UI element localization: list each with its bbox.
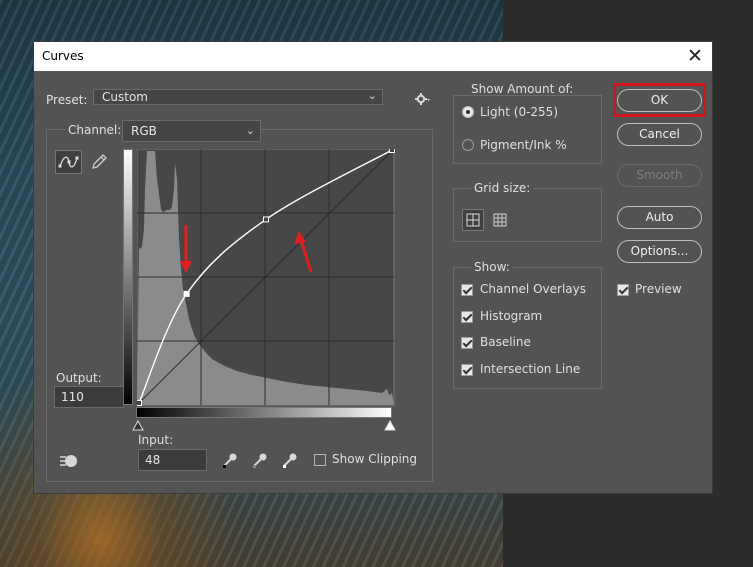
gear-icon[interactable] [415, 93, 431, 105]
curves-dialog: Curves ✕ Preset: Custom ⌄ Channel: RGB ⌄ [33, 41, 713, 494]
preview-checkbox[interactable] [617, 284, 629, 296]
grid-size-title: Grid size: [471, 181, 534, 195]
chevron-down-icon: ⌄ [245, 124, 255, 137]
curve-tool-button[interactable] [55, 150, 82, 174]
curve-point-icon [58, 156, 79, 168]
cancel-button[interactable]: Cancel [617, 123, 702, 146]
show-title: Show: [471, 260, 513, 274]
curve-point[interactable] [389, 149, 395, 153]
histogram-label: Histogram [480, 309, 543, 323]
close-icon[interactable]: ✕ [684, 44, 706, 68]
eyedropper-white-icon[interactable] [281, 451, 299, 469]
target-hand-icon[interactable] [58, 451, 80, 469]
baseline-label: Baseline [480, 335, 531, 349]
grid-simple-button[interactable] [462, 209, 484, 231]
output-value: 110 [61, 390, 84, 404]
grid-detailed-icon[interactable] [490, 210, 510, 230]
pigment-radio[interactable] [462, 139, 474, 151]
grid-simple-icon [466, 213, 480, 227]
light-label: Light (0-255) [480, 105, 558, 119]
black-point-slider[interactable] [132, 420, 144, 432]
preset-label-text: Preset: [46, 93, 88, 107]
intersection-line-checkbox[interactable] [461, 364, 473, 376]
channel-label: Channel: [66, 123, 124, 137]
show-clipping-label: Show Clipping [332, 452, 418, 466]
baseline-checkbox[interactable] [461, 337, 473, 349]
show-clipping-checkbox[interactable] [314, 454, 326, 466]
intersection-line-label: Intersection Line [480, 362, 581, 376]
output-label: Output: [56, 371, 102, 385]
channel-select[interactable]: RGB ⌄ [122, 120, 261, 142]
output-field[interactable]: 110 [54, 386, 124, 408]
preset-label: Preset: [46, 93, 87, 107]
preset-value: Custom [102, 90, 148, 104]
curve-point[interactable] [137, 400, 142, 406]
histogram-checkbox[interactable] [461, 311, 473, 323]
preview-label: Preview [635, 282, 682, 296]
smooth-button[interactable]: Smooth [617, 164, 702, 187]
curve-point-selected[interactable] [183, 290, 190, 297]
eyedropper-black-icon[interactable] [221, 451, 239, 469]
output-gradient-bar [123, 149, 133, 405]
preset-select[interactable]: Custom ⌄ [93, 89, 383, 105]
show-amount-title: Show Amount of: [471, 82, 574, 96]
input-label: Input: [138, 433, 174, 447]
white-point-slider[interactable] [384, 420, 396, 432]
channel-overlays-label: Channel Overlays [480, 282, 586, 296]
pigment-label: Pigment/Ink % [480, 138, 567, 152]
channel-value: RGB [131, 124, 157, 138]
light-radio[interactable] [462, 106, 474, 118]
options-button[interactable]: Options... [617, 240, 702, 263]
curve-graph[interactable] [137, 149, 395, 407]
input-value: 48 [145, 453, 161, 467]
eyedropper-gray-icon[interactable] [251, 451, 269, 469]
channel-overlays-checkbox[interactable] [461, 284, 473, 296]
ok-button[interactable]: OK [617, 89, 702, 112]
input-field[interactable]: 48 [138, 449, 207, 471]
auto-button[interactable]: Auto [617, 206, 702, 229]
dialog-title: Curves [42, 49, 84, 63]
chevron-down-icon: ⌄ [367, 89, 377, 102]
pencil-icon[interactable] [89, 152, 109, 172]
title-bar: Curves ✕ [34, 42, 712, 71]
input-gradient-bar [136, 407, 392, 418]
curve-point[interactable] [262, 216, 269, 223]
